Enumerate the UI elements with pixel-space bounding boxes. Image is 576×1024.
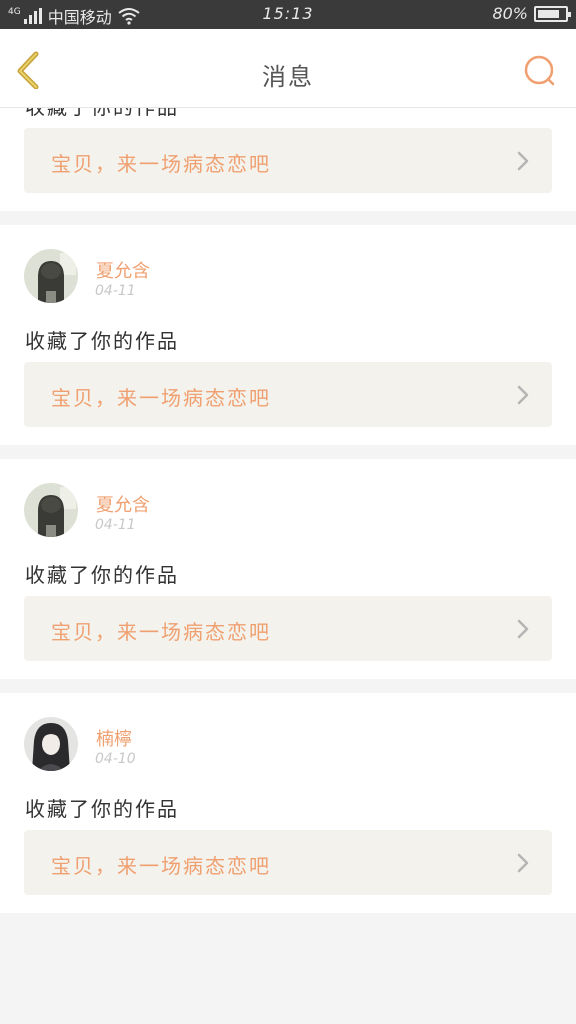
work-link[interactable]: 宝贝，来一场病态恋吧 <box>24 128 552 193</box>
message-date: 04-11 <box>95 517 136 533</box>
status-bar: 4G 中国移动 15:13 80% <box>0 0 576 29</box>
battery-percent: 80% <box>492 4 528 23</box>
avatar[interactable] <box>24 717 78 771</box>
status-right: 80% <box>492 4 571 23</box>
top-nav-bar: 消息 <box>0 29 576 108</box>
search-icon <box>524 55 555 86</box>
chevron-right-icon <box>517 385 529 405</box>
message-item[interactable]: 楠檸 04-10 收藏了你的作品 宝贝，来一场病态恋吧 <box>0 693 576 913</box>
chevron-right-icon <box>517 853 529 873</box>
work-link[interactable]: 宝贝，来一场病态恋吧 <box>24 596 552 661</box>
work-title: 宝贝，来一场病态恋吧 <box>51 152 271 176</box>
page-title: 消息 <box>262 63 314 91</box>
chevron-right-icon <box>517 619 529 639</box>
message-date: 04-10 <box>95 751 136 767</box>
work-title: 宝贝，来一场病态恋吧 <box>51 620 271 644</box>
username[interactable]: 夏允含 <box>96 257 150 283</box>
message-list[interactable]: 04-12 收藏了你的作品 宝贝，来一场病态恋吧 夏允含 04-1 <box>0 108 576 1024</box>
avatar[interactable] <box>24 483 78 537</box>
chevron-right-icon <box>517 151 529 171</box>
message-action-text: 收藏了你的作品 <box>25 797 179 821</box>
avatar[interactable] <box>24 249 78 303</box>
message-action-text: 收藏了你的作品 <box>25 329 179 353</box>
message-item[interactable]: 04-12 收藏了你的作品 宝贝，来一场病态恋吧 <box>0 108 576 211</box>
search-button[interactable] <box>522 53 558 89</box>
status-time: 15:13 <box>262 4 314 23</box>
work-title: 宝贝，来一场病态恋吧 <box>51 386 271 410</box>
work-title: 宝贝，来一场病态恋吧 <box>51 854 271 878</box>
username[interactable]: 楠檸 <box>96 725 132 751</box>
work-link[interactable]: 宝贝，来一场病态恋吧 <box>24 362 552 427</box>
message-item[interactable]: 夏允含 04-11 收藏了你的作品 宝贝，来一场病态恋吧 <box>0 459 576 679</box>
work-link[interactable]: 宝贝，来一场病态恋吧 <box>24 830 552 895</box>
username[interactable]: 夏允含 <box>96 491 150 517</box>
message-item[interactable]: 夏允含 04-11 收藏了你的作品 宝贝，来一场病态恋吧 <box>0 225 576 445</box>
battery-icon <box>534 5 571 22</box>
battery-fill <box>538 9 559 18</box>
message-date: 04-11 <box>95 283 136 299</box>
message-action-text: 收藏了你的作品 <box>25 108 179 120</box>
message-action-text: 收藏了你的作品 <box>25 563 179 587</box>
